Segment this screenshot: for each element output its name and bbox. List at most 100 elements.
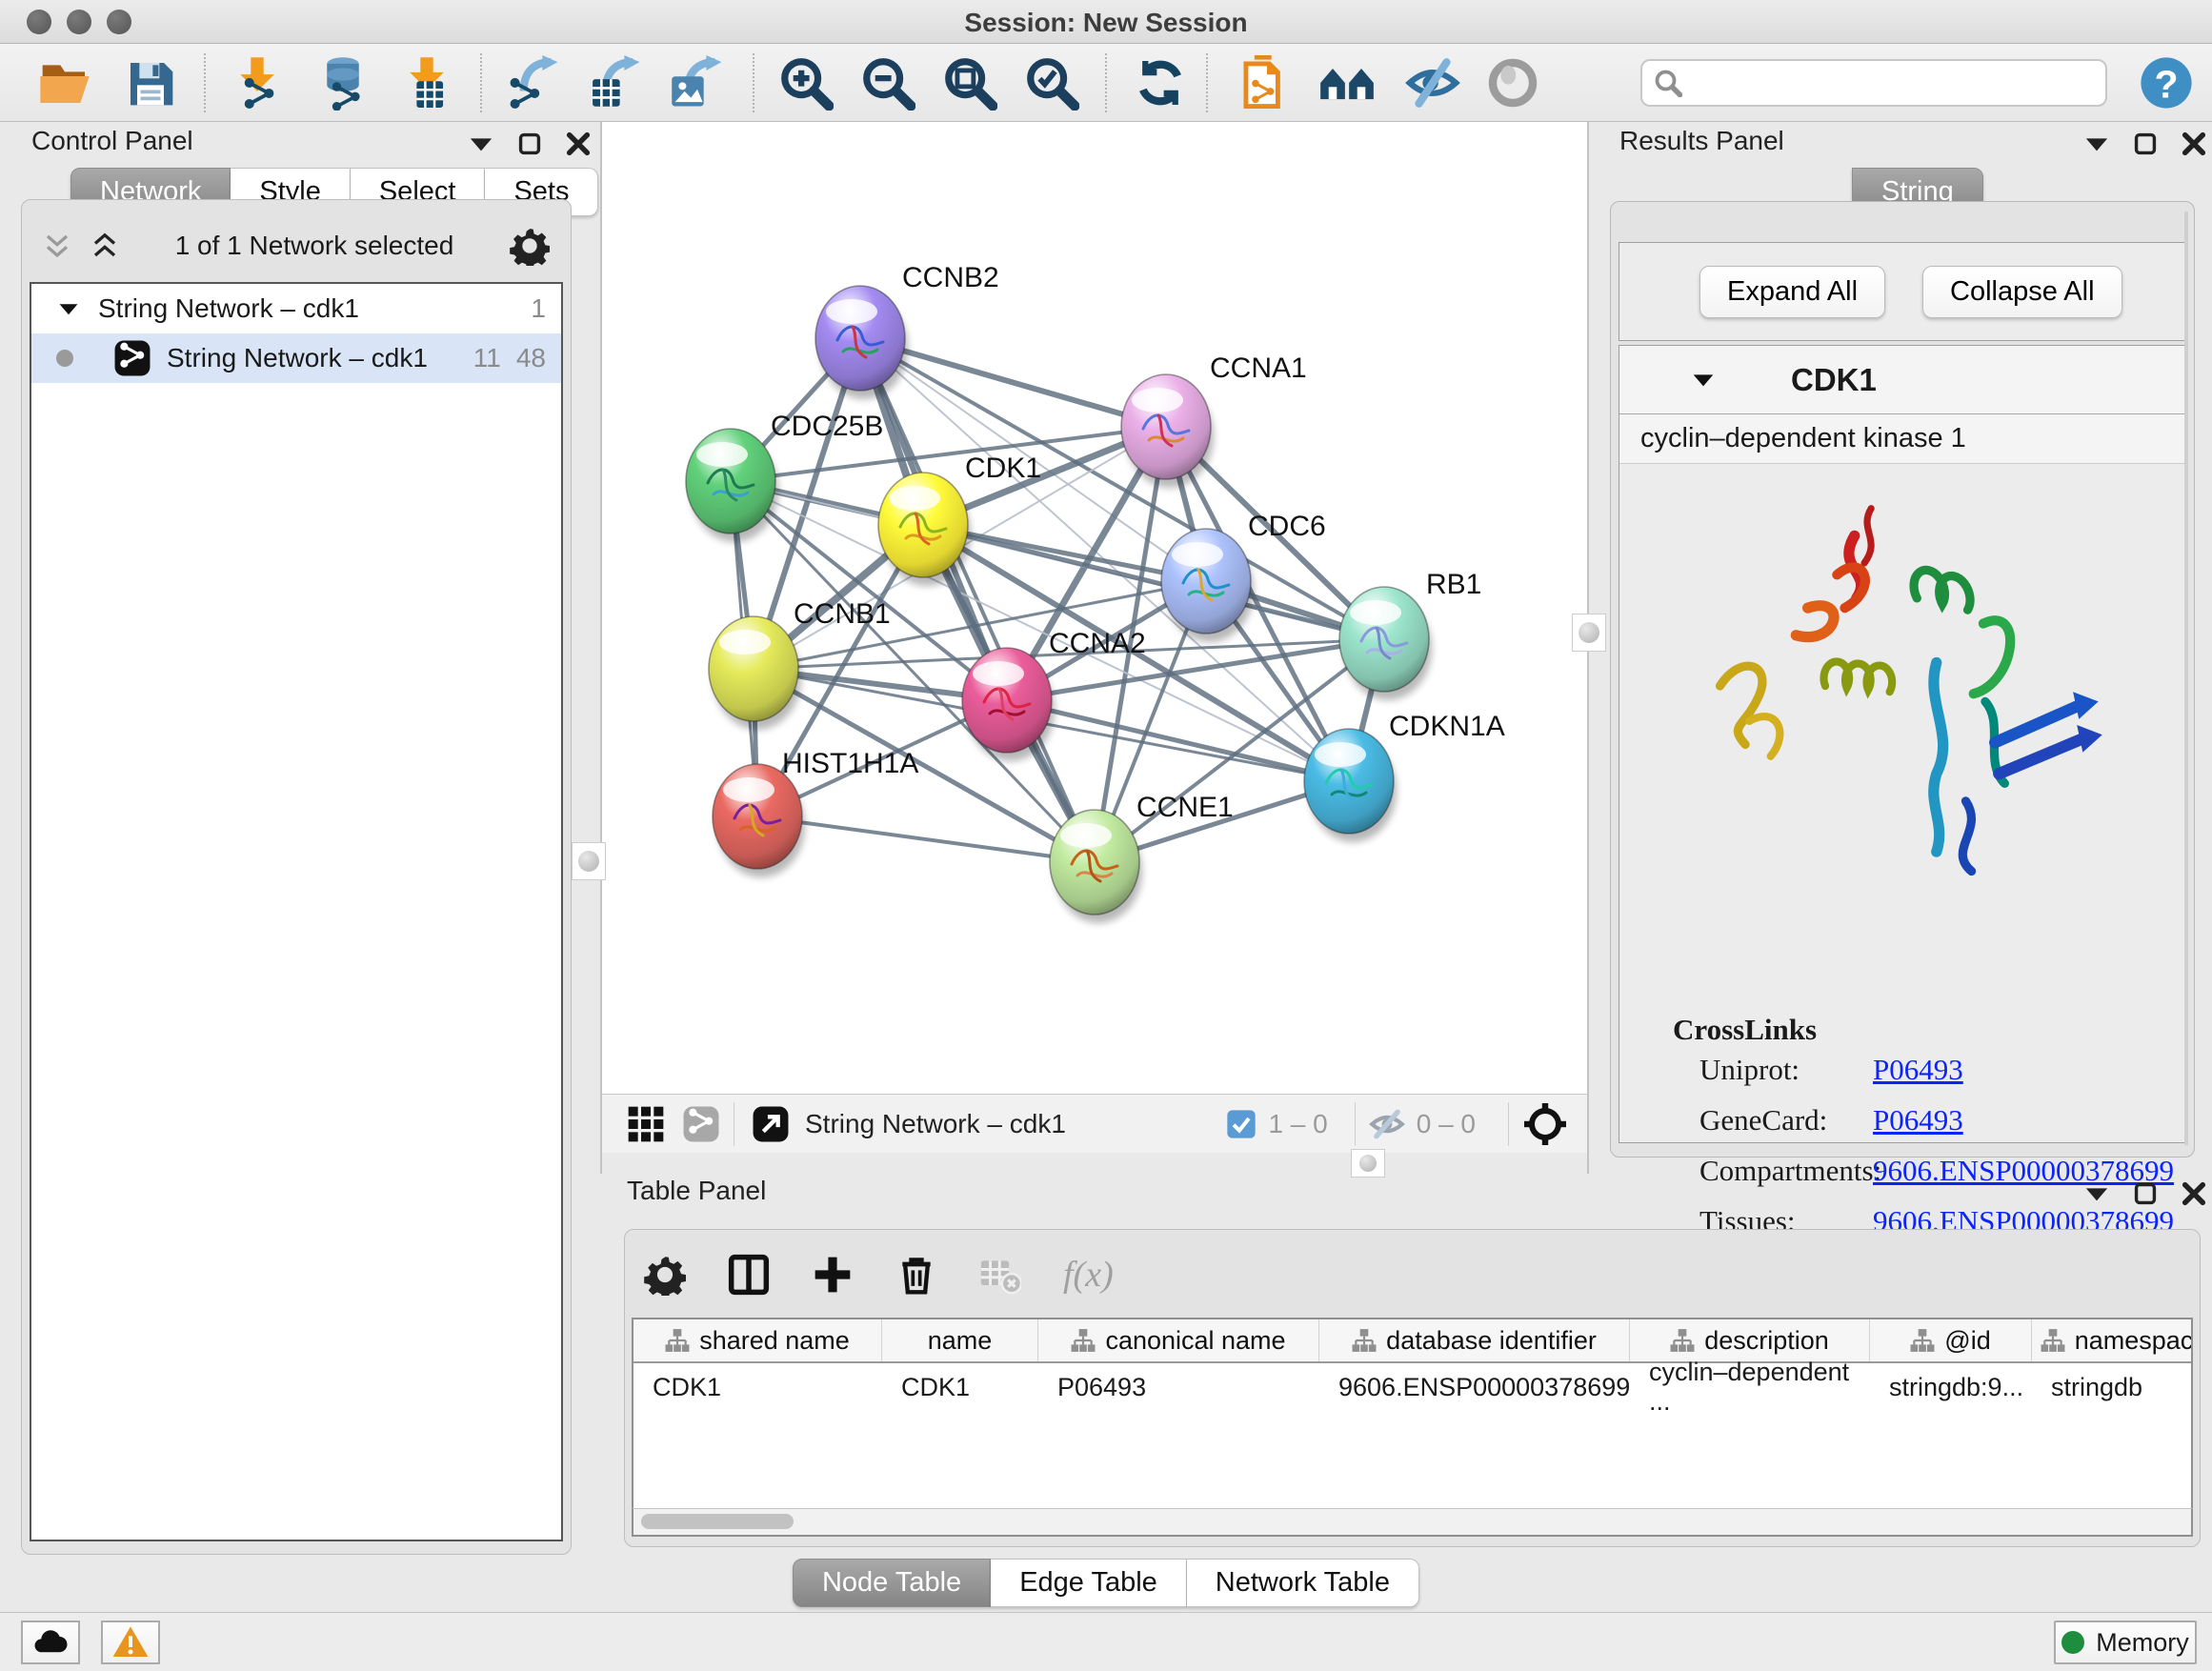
table-cell[interactable]: CDK1	[633, 1363, 882, 1411]
warning-status-button[interactable]	[101, 1621, 160, 1664]
column-header--id[interactable]: @id	[1870, 1319, 2032, 1361]
network-options-gear-icon[interactable]	[510, 226, 550, 266]
tab-node-table[interactable]: Node Table	[793, 1559, 991, 1607]
selected-checkbox-icon[interactable]	[1226, 1109, 1257, 1139]
table-cell[interactable]: P06493	[1038, 1363, 1319, 1411]
search-input[interactable]	[1682, 69, 2082, 98]
horizontal-splitter-handle[interactable]	[1351, 1149, 1385, 1178]
collection-expander-icon[interactable]	[58, 300, 79, 317]
column-label: shared name	[699, 1326, 850, 1356]
export-network-icon[interactable]	[505, 54, 562, 111]
window-title: Session: New Session	[0, 8, 2212, 38]
fit-selected-crosshair-icon[interactable]	[1522, 1101, 1568, 1147]
table-float-icon[interactable]	[2134, 1182, 2157, 1205]
delete-column-icon[interactable]	[895, 1254, 937, 1296]
expand-all-icon[interactable]	[90, 232, 119, 260]
node-table[interactable]: shared name namecanonical namedatabase id…	[632, 1318, 2193, 1508]
save-session-icon[interactable]	[122, 54, 179, 111]
results-scrollbar[interactable]	[2184, 211, 2188, 1145]
network-node-ccne1[interactable]: CCNE1	[1050, 792, 1234, 923]
shared-column-icon	[1910, 1328, 1935, 1353]
close-panel-icon[interactable]	[566, 131, 591, 156]
add-column-icon[interactable]	[812, 1254, 854, 1296]
export-table-icon[interactable]	[587, 54, 644, 111]
gene-section: CDK1 cyclin–dependent kinase 1 CrossLink…	[1619, 345, 2186, 1143]
results-close-icon[interactable]	[2182, 131, 2206, 156]
column-header-description[interactable]: description	[1630, 1319, 1870, 1361]
horizontal-splitter[interactable]	[602, 1153, 1587, 1174]
delete-table-icon	[979, 1254, 1021, 1296]
table-cell[interactable]: cyclin–dependent ...	[1630, 1363, 1870, 1411]
collection-label: String Network – cdk1	[98, 293, 359, 324]
table-row[interactable]: CDK1CDK1P064939606.ENSP00000378699cyclin…	[633, 1363, 2191, 1411]
network-node-rb1[interactable]: RB1	[1339, 569, 1481, 700]
results-panel-title: Results Panel	[1619, 126, 1784, 156]
zoom-selected-icon[interactable]	[1023, 54, 1080, 111]
open-in-viewer-icon[interactable]	[752, 1105, 790, 1143]
network-node-cdkn1a[interactable]: CDKN1A	[1304, 711, 1505, 842]
left-splitter-handle[interactable]	[572, 842, 606, 880]
zoom-out-icon[interactable]	[859, 54, 916, 111]
table-cell[interactable]: stringdb	[2032, 1363, 2193, 1411]
collapse-all-button[interactable]: Collapse All	[1922, 266, 2122, 318]
home-icon[interactable]	[1318, 54, 1376, 111]
column-header-namespace[interactable]: namespace	[2032, 1319, 2193, 1361]
gene-expander-icon[interactable]	[1692, 371, 1715, 389]
expand-all-button[interactable]: Expand All	[1699, 266, 1885, 318]
table-cell[interactable]: CDK1	[882, 1363, 1038, 1411]
column-header-shared-name[interactable]: shared name	[633, 1319, 882, 1361]
preview-icon[interactable]	[1484, 54, 1541, 111]
status-bar: Memory	[0, 1612, 2212, 1671]
network-row-selected[interactable]: String Network – cdk1 11 48	[31, 333, 561, 383]
birdseye-grid-icon[interactable]	[627, 1105, 665, 1143]
node-label-ccnb1: CCNB1	[794, 598, 891, 630]
tab-edge-table[interactable]: Edge Table	[991, 1559, 1187, 1607]
network-node-hist1h1a[interactable]: HIST1H1A	[713, 748, 918, 877]
column-header-name[interactable]: name	[882, 1319, 1038, 1361]
panel-menu-icon[interactable]	[469, 134, 493, 153]
memory-button[interactable]: Memory	[2054, 1621, 2197, 1664]
crosslink-link[interactable]: P06493	[1873, 1053, 1963, 1087]
network-from-clipboard-icon[interactable]	[1237, 54, 1294, 111]
network-node-cdc6[interactable]: CDC6	[1161, 511, 1326, 642]
shared-column-icon	[1071, 1328, 1096, 1353]
column-label: namespace	[2075, 1326, 2193, 1356]
column-header-database-identifier[interactable]: database identifier	[1319, 1319, 1630, 1361]
cloud-status-button[interactable]	[21, 1621, 80, 1664]
crosslink-link[interactable]: P06493	[1873, 1103, 1963, 1137]
table-hscrollbar[interactable]	[632, 1508, 2193, 1537]
collapse-all-icon[interactable]	[43, 232, 71, 260]
network-collection-row[interactable]: String Network – cdk1 1	[31, 284, 561, 333]
refresh-icon[interactable]	[1132, 54, 1189, 111]
open-file-icon[interactable]	[36, 54, 93, 111]
network-node-ccnb2[interactable]: CCNB2	[815, 262, 999, 399]
import-table-icon[interactable]	[398, 54, 455, 111]
help-icon[interactable]: ?	[2138, 54, 2195, 111]
network-share-gray-icon[interactable]	[682, 1105, 720, 1143]
table-cell[interactable]: stringdb:9...	[1870, 1363, 2032, 1411]
results-menu-icon[interactable]	[2084, 134, 2109, 153]
show-columns-icon[interactable]	[728, 1254, 770, 1296]
show-hide-icon[interactable]	[1404, 54, 1461, 111]
export-image-icon[interactable]	[669, 54, 726, 111]
table-options-gear-icon[interactable]	[644, 1254, 686, 1296]
zoom-in-icon[interactable]	[777, 54, 835, 111]
import-network-database-icon[interactable]	[314, 54, 372, 111]
table-close-icon[interactable]	[2182, 1181, 2206, 1206]
gene-section-header[interactable]: CDK1	[1619, 346, 2185, 414]
network-current-dot-icon	[56, 350, 73, 367]
zoom-fit-icon[interactable]	[941, 54, 998, 111]
float-panel-icon[interactable]	[518, 132, 541, 155]
network-node-ccna1[interactable]: CCNA1	[1121, 352, 1307, 488]
column-header-canonical-name[interactable]: canonical name	[1038, 1319, 1319, 1361]
search-field[interactable]	[1640, 59, 2107, 107]
table-menu-icon[interactable]	[2084, 1184, 2109, 1203]
table-cell[interactable]: 9606.ENSP00000378699	[1319, 1363, 1630, 1411]
results-float-icon[interactable]	[2134, 132, 2157, 155]
table-hscrollbar-thumb[interactable]	[641, 1514, 794, 1529]
right-splitter-handle[interactable]	[1572, 614, 1606, 652]
tab-network-table[interactable]: Network Table	[1187, 1559, 1419, 1607]
gene-description: cyclin–dependent kinase 1	[1619, 414, 2185, 464]
network-canvas[interactable]: CCNB2CCNA1CDC25BCDK1CDC6RB1CCNB1CCNA2CDK…	[602, 122, 1587, 1094]
import-network-file-icon[interactable]	[229, 54, 286, 111]
